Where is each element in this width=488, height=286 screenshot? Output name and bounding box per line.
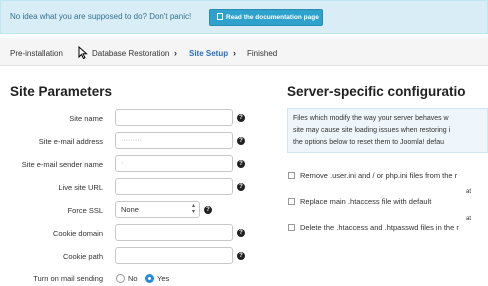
- question-circle-icon[interactable]: ?: [237, 229, 245, 237]
- mail-sending-label: Turn on mail sending: [33, 274, 103, 283]
- replace-htaccess-checkbox[interactable]: [288, 198, 295, 205]
- mail-sending-yes-label: Yes: [157, 274, 170, 283]
- live-site-url-input[interactable]: [115, 178, 233, 195]
- site-parameters-heading: Site Parameters: [10, 84, 113, 99]
- help-message: No idea what you are supposed to do? Don…: [10, 12, 192, 21]
- help-infobar: No idea what you are supposed to do? Don…: [0, 0, 488, 34]
- delete-htaccess-label: Delete the .htaccess and .htpasswd files…: [300, 223, 459, 232]
- mail-sending-no-radio[interactable]: [116, 274, 125, 283]
- site-email-input[interactable]: ·········: [115, 132, 233, 149]
- breadcrumb-database-restoration[interactable]: Database Restoration: [92, 49, 169, 58]
- stray-text: at: [466, 189, 472, 195]
- live-site-url-label: Live site URL: [58, 183, 103, 192]
- mouse-pointer-icon: [78, 46, 88, 59]
- remove-user-ini-label: Remove .user.ini and / or php.ini files …: [300, 171, 458, 180]
- question-circle-icon[interactable]: ?: [237, 137, 245, 145]
- site-name-input[interactable]: [115, 109, 233, 126]
- delete-htaccess-checkbox[interactable]: [288, 224, 295, 231]
- question-circle-icon[interactable]: ?: [237, 160, 245, 168]
- site-email-sender-input[interactable]: ·: [115, 155, 233, 172]
- site-email-label: Site e-mail address: [38, 137, 103, 146]
- breadcrumb-site-setup[interactable]: Site Setup: [189, 49, 228, 58]
- breadcrumb: Pre-installation Database Restoration › …: [0, 38, 488, 66]
- mail-sending-yes-radio[interactable]: [145, 274, 154, 283]
- select-arrows-icon: ▴ ▾: [191, 203, 195, 215]
- read-documentation-button[interactable]: Read the documentation page: [209, 9, 323, 26]
- force-ssl-select[interactable]: None ▴ ▾: [115, 201, 200, 218]
- replace-htaccess-label: Replace main .htaccess file with default: [300, 197, 432, 206]
- question-circle-icon[interactable]: ?: [237, 252, 245, 260]
- breadcrumb-separator: ›: [233, 48, 236, 58]
- document-icon: [217, 13, 223, 20]
- breadcrumb-finished[interactable]: Finished: [247, 49, 277, 58]
- remove-user-ini-checkbox[interactable]: [288, 172, 295, 179]
- alert-line: the options below to reset them to Jooml…: [293, 139, 444, 146]
- cookie-domain-input[interactable]: [115, 224, 233, 241]
- server-config-alert: Files which modify the way your server b…: [287, 108, 488, 153]
- question-circle-icon[interactable]: ?: [237, 114, 245, 122]
- site-email-sender-label: Site e-mail sender name: [21, 160, 103, 169]
- site-name-label: Site name: [69, 114, 103, 123]
- alert-line: site may cause site loading issues when …: [293, 127, 451, 134]
- breadcrumb-pre-installation[interactable]: Pre-installation: [10, 49, 63, 58]
- cookie-path-label: Cookie path: [62, 252, 103, 261]
- question-circle-icon[interactable]: ?: [204, 206, 212, 214]
- question-circle-icon[interactable]: ?: [237, 183, 245, 191]
- read-documentation-label: Read the documentation page: [226, 14, 319, 21]
- stray-text: at: [466, 216, 472, 222]
- breadcrumb-separator: ›: [174, 48, 177, 58]
- mail-sending-no-label: No: [128, 274, 138, 283]
- force-ssl-label: Force SSL: [67, 206, 103, 215]
- server-config-heading: Server-specific configuratio: [287, 84, 466, 99]
- force-ssl-value: None: [121, 205, 139, 214]
- cookie-domain-label: Cookie domain: [52, 229, 103, 238]
- alert-line: Files which modify the way your server b…: [293, 115, 449, 122]
- cookie-path-input[interactable]: [115, 247, 233, 264]
